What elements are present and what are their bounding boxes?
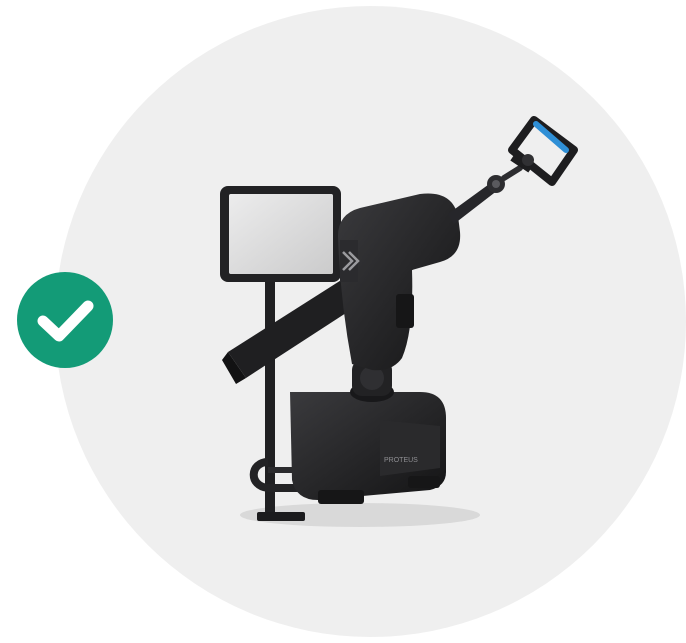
display-screen: [220, 186, 341, 282]
handle-attachment: [508, 116, 578, 186]
machine-base: PROTEUS: [290, 392, 446, 504]
brand-logo-text: PROTEUS: [384, 457, 418, 464]
telescoping-shaft: [448, 165, 523, 224]
product-image-panel: PROTEUS: [0, 0, 686, 643]
training-machine-illustration: PROTEUS: [220, 116, 578, 527]
